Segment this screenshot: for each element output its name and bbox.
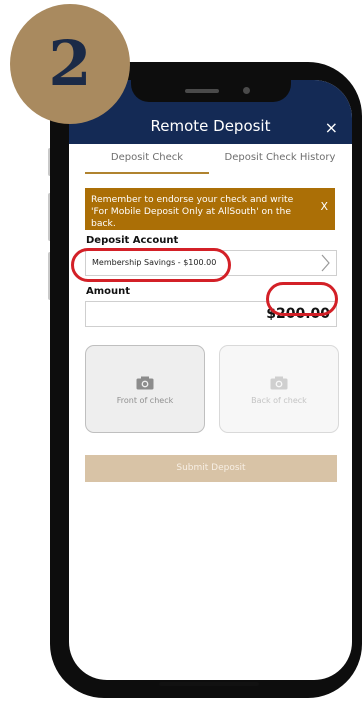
active-tab-indicator [85, 172, 209, 174]
endorsement-banner: Remember to endorse your check and write… [85, 188, 335, 230]
step-badge: 2 [10, 4, 130, 124]
home-indicator [159, 682, 259, 686]
tab-deposit-check[interactable]: Deposit Check [85, 152, 209, 163]
camera-icon [270, 376, 288, 390]
amount-label: Amount [86, 286, 131, 297]
phone-speaker [185, 89, 219, 93]
app-title: Remote Deposit [150, 117, 271, 135]
tab-bar: Deposit Check Deposit Check History [69, 144, 352, 174]
front-of-check-button[interactable]: Front of check [85, 345, 205, 433]
amount-highlight-circle [266, 282, 338, 316]
deposit-account-label: Deposit Account [86, 235, 179, 246]
back-of-check-button[interactable]: Back of check [219, 345, 339, 433]
banner-close-button[interactable]: X [320, 201, 328, 213]
account-highlight-circle [71, 248, 231, 282]
step-number: 2 [48, 27, 92, 100]
front-of-check-label: Front of check [116, 396, 174, 405]
submit-deposit-button[interactable]: Submit Deposit [85, 455, 337, 482]
camera-icon [136, 376, 154, 390]
tab-deposit-check-history[interactable]: Deposit Check History [215, 152, 345, 163]
phone-front-camera [243, 87, 250, 94]
phone-notch [131, 62, 291, 102]
chevron-right-icon [321, 253, 330, 277]
back-of-check-label: Back of check [251, 396, 307, 405]
banner-text: Remember to endorse your check and write… [91, 194, 294, 229]
phone-screen: Remote Deposit × Deposit Check Deposit C… [69, 80, 352, 680]
close-icon[interactable]: × [325, 118, 338, 137]
